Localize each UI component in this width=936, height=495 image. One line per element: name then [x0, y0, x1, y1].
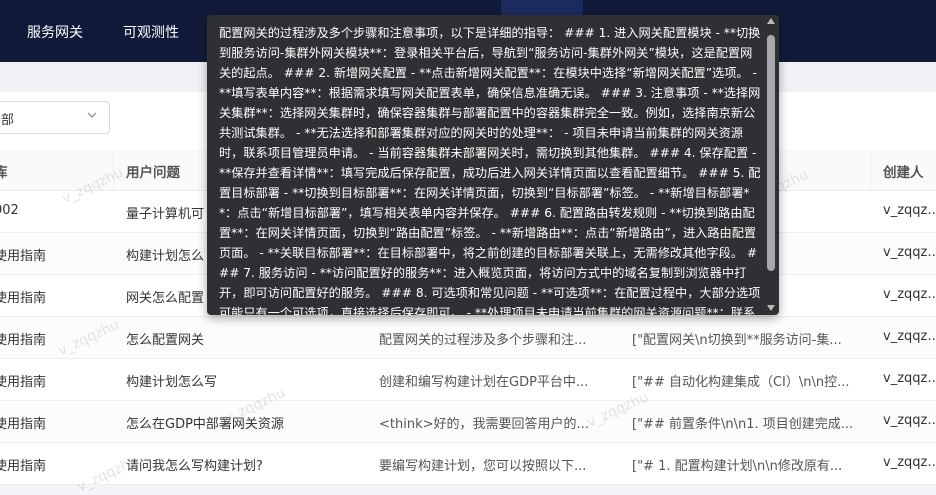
cell-creator: v_zqqzhu	[883, 203, 936, 218]
knowledge-base-select[interactable]: 部	[0, 101, 110, 134]
tooltip-text: 配置网关的过程涉及多个步骤和注意事项，以下是详细的指导： ### 1. 进入网关…	[219, 26, 761, 315]
cell-creator: v_zqqzhu	[883, 455, 936, 470]
cell-reference: ["## 自动化构建集成（CI）\n\n控...	[632, 375, 850, 390]
header-creator: 创建人	[883, 165, 924, 181]
cell-answer: 配置网关的过程涉及多个步骤和注...	[379, 333, 587, 348]
table-row[interactable]: 使用指南 构建计划怎么写 创建和编写构建计划在GDP平台中... ["## 自动…	[0, 359, 936, 401]
table-row[interactable]: 使用指南 怎么在GDP中部署网关资源 <think>好的，我需要回答用户的...…	[0, 401, 936, 443]
cell-knowledge-base: 使用指南	[0, 291, 47, 306]
cell-knowledge-base: 002	[0, 203, 19, 218]
nav-item-observability[interactable]: 可观测性	[123, 22, 179, 42]
cell-answer: 要编写构建计划，您可以按照以下...	[379, 459, 587, 474]
answer-tooltip: 配置网关的过程涉及多个步骤和注意事项，以下是详细的指导： ### 1. 进入网关…	[207, 15, 779, 315]
cell-creator: v_zqqzhu	[883, 413, 936, 428]
select-value: 部	[1, 113, 15, 128]
cell-user-question: 怎么配置网关	[126, 333, 205, 348]
chevron-down-icon	[87, 112, 97, 118]
tooltip-scrollbar[interactable]	[766, 33, 776, 311]
cell-knowledge-base: 使用指南	[0, 333, 47, 348]
table-row[interactable]: 使用指南 请问我怎么写构建计划? 要编写构建计划，您可以按照以下... ["# …	[0, 443, 936, 485]
header-user-question: 用户问题	[126, 165, 180, 181]
cell-knowledge-base: 使用指南	[0, 249, 47, 264]
cell-answer: <think>好的，我需要回答用户的...	[379, 417, 589, 432]
cell-creator: v_zqqzhu	[883, 245, 936, 260]
scroll-up-arrow-icon[interactable]	[767, 18, 775, 24]
cell-creator: v_zqqzhu	[883, 329, 936, 344]
scrollbar-thumb[interactable]	[767, 35, 775, 271]
cell-knowledge-base: 使用指南	[0, 459, 47, 474]
cell-reference: ["配置网关\n切换到**服务访问-集...	[632, 333, 842, 348]
cell-reference: ["# 1. 配置构建计划\n\n修改原有...	[632, 459, 843, 474]
header-knowledge-base: 库	[0, 165, 8, 181]
cell-user-question: 请问我怎么写构建计划?	[126, 459, 263, 474]
cell-knowledge-base: 使用指南	[0, 375, 47, 390]
table-row[interactable]: 使用指南 怎么配置网关 配置网关的过程涉及多个步骤和注... ["配置网关\n切…	[0, 317, 936, 359]
cell-user-question: 构建计划怎么写	[126, 375, 218, 390]
scroll-down-arrow-icon[interactable]	[767, 305, 775, 311]
cell-answer: 创建和编写构建计划在GDP平台中...	[379, 375, 589, 390]
nav-item-service-gateway[interactable]: 服务网关	[27, 22, 83, 42]
cell-user-question: 怎么在GDP中部署网关资源	[126, 417, 284, 432]
cell-knowledge-base: 使用指南	[0, 417, 47, 432]
cell-creator: v_zqqzhu	[883, 371, 936, 386]
cell-creator: v_zqqzhu	[883, 287, 936, 302]
cell-reference: ["## 前置条件\n\n1. 项目创建完成...	[632, 417, 854, 432]
